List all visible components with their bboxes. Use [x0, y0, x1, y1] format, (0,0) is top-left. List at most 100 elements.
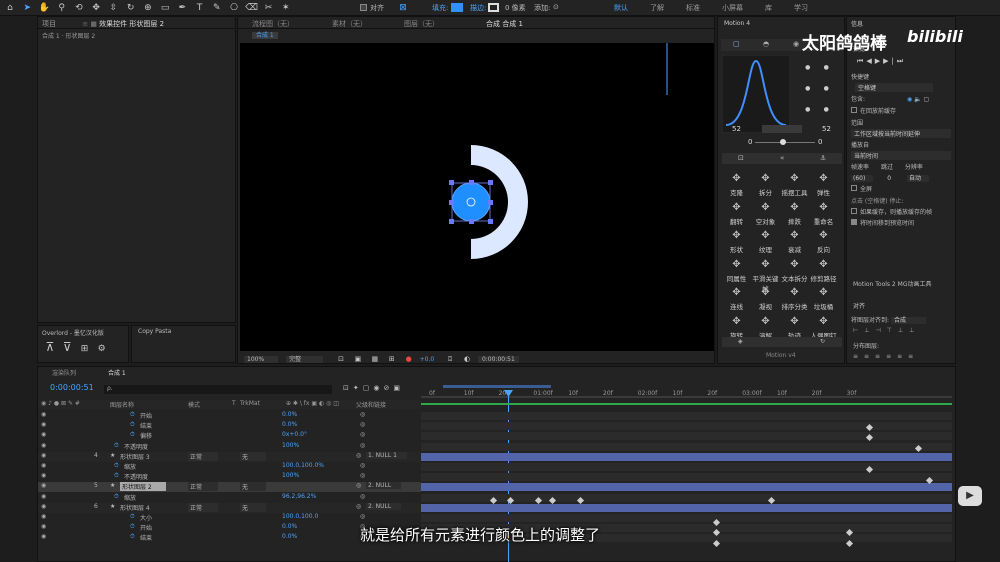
visibility-icon[interactable]: ◉ [41, 411, 46, 418]
property-row[interactable]: ◉ ⏱ 开始 0.0% ◎ [38, 411, 421, 421]
last-frame-icon[interactable]: ⏭ [897, 57, 906, 65]
trkmat-select[interactable]: 无 [240, 451, 267, 461]
timeline-switches[interactable]: ⊡✦▢◉⊘▣ [343, 384, 404, 392]
pickwhip-icon[interactable]: ◎ [360, 472, 365, 479]
selection-tool-icon[interactable]: ➤ [21, 2, 33, 14]
text-tool-icon[interactable]: T [194, 2, 206, 14]
align-tab[interactable]: 对齐 [853, 301, 865, 310]
canvas[interactable] [240, 43, 714, 351]
visibility-icon[interactable]: ◉ [41, 503, 46, 510]
workspace-4[interactable]: 库 [765, 4, 772, 12]
motion-slider-right[interactable]: 0 [818, 138, 822, 146]
motion-right-value[interactable]: 52 [822, 125, 831, 133]
zoom-select[interactable]: 100% [244, 356, 279, 363]
motion-excite-icon[interactable]: ⊡ [738, 154, 744, 162]
motion-tab-ease-icon[interactable]: ▢ [733, 40, 740, 48]
motion-lock[interactable] [762, 125, 802, 133]
stopwatch-icon[interactable]: ⏱ [130, 421, 135, 429]
timeline-search[interactable]: ρ. [104, 385, 332, 394]
orbit-tool-icon[interactable]: ⟲ [73, 2, 85, 14]
tab-layer[interactable]: 图层（无） [404, 19, 439, 29]
layer-bar[interactable] [421, 503, 952, 512]
visibility-icon[interactable]: ◉ [41, 523, 46, 530]
layer-row[interactable]: ◉ 6 ★ 形状图层 4 正常 无 2. NULL ◎ [38, 502, 421, 513]
rotate-tool-icon[interactable]: ↻ [125, 2, 137, 14]
overlord-grid-icon[interactable]: ⊞ [78, 343, 90, 355]
motion-history-icon[interactable]: ↻ [820, 338, 825, 345]
stopwatch-icon[interactable]: ⏱ [130, 523, 135, 531]
stamp-tool-icon[interactable]: ⎔ [228, 2, 240, 14]
visibility-icon[interactable]: ◉ [41, 482, 46, 489]
pickwhip-icon[interactable]: ◎ [356, 503, 361, 510]
property-value[interactable]: 0.0% [282, 533, 297, 540]
distribute-buttons[interactable]: ≡≡≡≡≡≡ [853, 353, 919, 360]
cache-checkbox[interactable] [851, 107, 857, 113]
align-checkbox[interactable] [360, 4, 367, 11]
pickwhip-icon[interactable]: ◎ [360, 462, 365, 469]
parent-select[interactable]: 2. NULL [366, 502, 402, 510]
property-value[interactable]: 100% [282, 442, 299, 449]
prev-frame-icon[interactable]: ◀ [866, 57, 874, 65]
dolly-tool-icon[interactable]: ⇳ [107, 2, 119, 14]
mode-select[interactable]: 正常 [188, 451, 219, 461]
col-layer-name[interactable]: 图层名称 [110, 400, 134, 409]
transparency-icon[interactable]: ▦ [369, 353, 381, 365]
puppet-tool-icon[interactable]: ✶ [280, 2, 292, 14]
layer-row[interactable]: ◉ 5 ★ 形状图层 2 正常 无 2. NULL ◎ [38, 482, 421, 493]
color-icon[interactable]: ● [403, 353, 415, 365]
anchor-tool-icon[interactable]: ⊕ [142, 2, 154, 14]
mode-select[interactable]: 正常 [188, 482, 219, 492]
property-value[interactable]: 96.2,96.2% [282, 493, 316, 500]
include-audio-icon[interactable]: 🔈 [914, 96, 921, 103]
trkmat-select[interactable]: 无 [240, 482, 267, 492]
tab-footage[interactable]: 素材（无） [332, 19, 367, 29]
stopwatch-icon[interactable]: ⏱ [114, 462, 119, 470]
move-time-checkbox[interactable] [851, 219, 857, 225]
mask-icon[interactable]: ⊞ [386, 353, 398, 365]
property-row[interactable]: ◉ ⏱ 大小 100.0,100.0 ◎ [38, 513, 421, 523]
pen-tool-icon[interactable]: ✒ [176, 2, 188, 14]
pickwhip-icon[interactable]: ◎ [356, 452, 361, 459]
skip-value[interactable]: 0 [887, 175, 891, 182]
motion-tab-library-icon[interactable]: ◉ [793, 40, 799, 48]
eraser-tool-icon[interactable]: ⌫ [245, 2, 258, 14]
brush-tool-icon[interactable]: ✎ [211, 2, 223, 14]
stroke-swatch[interactable] [488, 3, 499, 12]
visibility-icon[interactable]: ◉ [41, 472, 46, 479]
col-parent[interactable]: 父级和链接 [356, 400, 386, 409]
comp-chip[interactable]: 合成 1 [252, 32, 278, 39]
exposure-value[interactable]: +0.0 [420, 356, 435, 363]
stopwatch-icon[interactable]: ⏱ [130, 431, 135, 439]
workspace-2[interactable]: 标准 [686, 4, 700, 12]
preset-dots[interactable]: ● ● ● ● ● ● [792, 57, 842, 131]
col-trkmat[interactable]: TrkMat [240, 400, 260, 407]
mode-select[interactable]: 正常 [188, 502, 219, 512]
pan-tool-icon[interactable]: ✥ [90, 2, 102, 14]
stopwatch-icon[interactable]: ⏱ [130, 513, 135, 521]
parent-select[interactable]: 1. NULL 1 [366, 451, 407, 459]
stroke-width[interactable]: 0 像素 [505, 3, 526, 13]
property-track[interactable] [421, 442, 952, 451]
pickwhip-icon[interactable]: ◎ [360, 493, 365, 500]
trkmat-select[interactable]: 无 [240, 502, 267, 512]
next-frame-icon[interactable]: ▶| [883, 57, 897, 65]
include-video-icon[interactable]: ◉ [907, 96, 912, 103]
visibility-icon[interactable]: ◉ [41, 431, 46, 438]
property-value[interactable]: 0.0% [282, 421, 297, 428]
stopwatch-icon[interactable]: ⏱ [114, 442, 119, 450]
region-icon[interactable]: ▣ [352, 353, 364, 365]
property-value[interactable]: 100% [282, 472, 299, 479]
property-value[interactable]: 100.0,100.0% [282, 462, 324, 469]
stopwatch-icon[interactable]: ⏱ [130, 533, 135, 541]
property-row[interactable]: ◉ ⏱ 缩放 100.0,100.0% ◎ [38, 462, 421, 472]
property-value[interactable]: 0.0% [282, 523, 297, 530]
play-from-select[interactable]: 当前时间 [851, 151, 951, 160]
pickwhip-icon[interactable]: ◎ [360, 513, 365, 520]
stopwatch-icon[interactable]: ⏱ [130, 411, 135, 419]
play-icon[interactable]: ▶ [875, 57, 883, 65]
cache-play-checkbox[interactable] [851, 208, 857, 214]
pickwhip-icon[interactable]: ◎ [360, 431, 365, 438]
property-value[interactable]: 0x+0.0° [282, 431, 307, 438]
visibility-icon[interactable]: ◉ [41, 462, 46, 469]
pickwhip-icon[interactable]: ◎ [360, 421, 365, 428]
